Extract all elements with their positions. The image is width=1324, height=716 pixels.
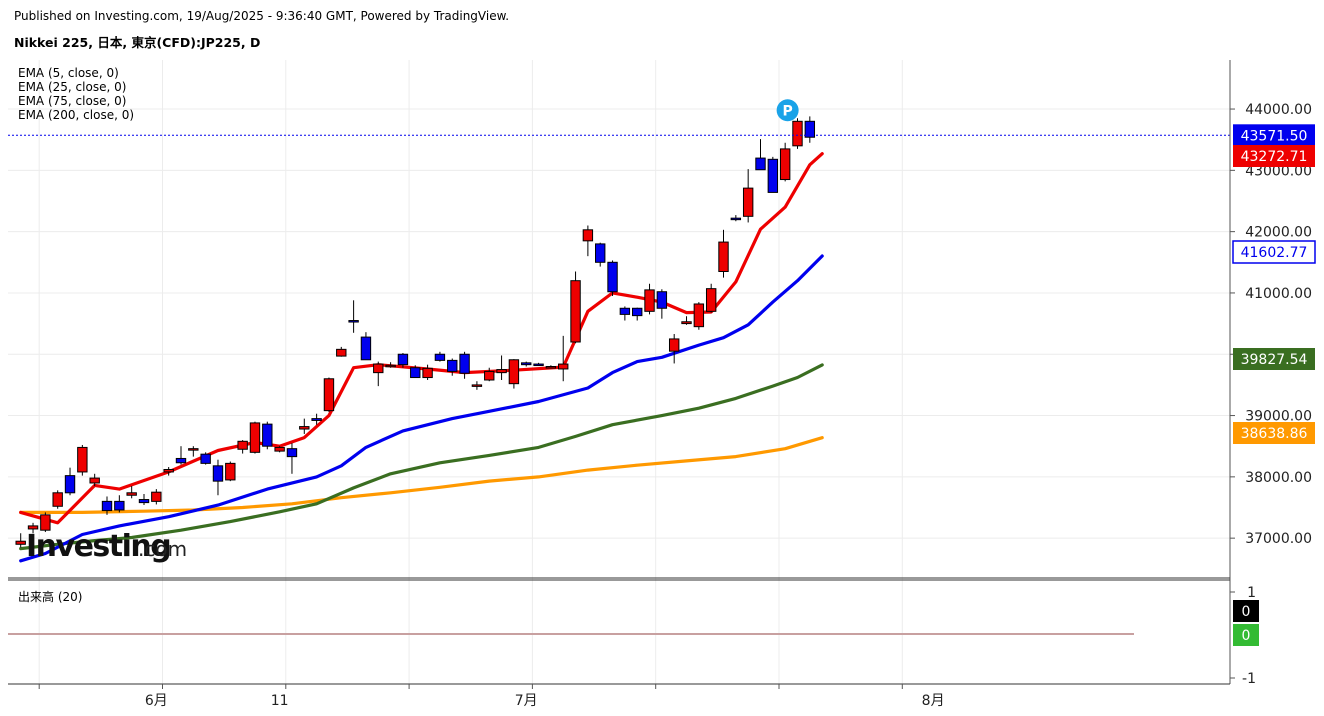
candle-body [52,492,63,507]
candle-body [742,187,754,217]
price-tag-text: 39827.54 [1241,352,1308,368]
candle-body [188,448,199,451]
volume-tick-label: 1 [1247,585,1256,601]
candle-body [212,465,224,482]
candle-body [693,303,705,328]
price-tag-text: 43272.71 [1241,149,1308,165]
candle-body [64,475,76,494]
candle-body [311,418,322,421]
candle-body [77,446,88,473]
candle-body [668,338,680,352]
candle-body [101,500,113,512]
candle-body [705,288,717,312]
candle-body [410,367,421,379]
candle-body [496,369,507,374]
volume-pane: 出来高 (20) 1 -1 0 0 [8,585,1259,687]
y-tick-label: 37000.00 [1245,531,1312,547]
candle-body [40,514,51,531]
candle-body [459,353,470,374]
price-tag-text: 41602.77 [1241,245,1308,261]
candle-body [163,468,174,473]
candle-body [471,384,483,387]
candle-body [619,307,631,315]
candle-body [755,157,766,171]
candle-body [484,370,495,381]
price-tag-text: 38638.86 [1241,426,1308,442]
grid [8,60,1230,684]
candle-body [656,291,668,309]
candle-body [730,217,742,221]
x-tick-label: 11 [271,693,289,709]
candle-body [249,422,261,453]
candle-body [521,362,532,366]
candle-body [89,477,100,484]
volume-tag-text: 0 [1242,628,1251,644]
axes: 37000.0038000.0039000.0040000.0041000.00… [8,60,1312,709]
candle-body [767,158,779,193]
candle-body [582,229,594,242]
candle-body [114,500,125,511]
candle-body [607,261,618,293]
candle-body [570,280,581,343]
candle-body [558,363,569,370]
x-tick-label: 8月 [922,693,945,709]
candle-body [360,336,372,361]
candle-body [792,120,803,147]
candle-body [779,148,791,181]
volume-tick-label: -1 [1242,671,1256,687]
ema-legend-item: EMA (25, close, 0) [18,80,126,94]
candle-body [422,367,433,379]
candle-body [718,241,729,272]
candle-body [138,499,150,504]
candle-body [373,363,384,374]
candle-body [348,320,359,323]
candle-body [299,426,310,430]
candle-body [15,540,26,545]
candle-body [447,359,458,372]
candle-body [323,378,335,412]
candle-body [200,453,211,464]
candle-body [508,359,520,385]
ema-legend-item: EMA (75, close, 0) [18,94,126,108]
investing-watermark: Investing .com [26,529,187,564]
ema-legend: EMA (5, close, 0)EMA (25, close, 0)EMA (… [18,66,134,122]
candle-body [286,448,298,458]
candle-body [595,243,606,263]
candle-body [385,364,396,368]
candle-body [681,321,692,325]
candle-body [126,492,137,496]
watermark-suffix: .com [138,537,187,561]
volume-pane-label: 出来高 (20) [18,589,82,604]
volume-tag-text: 0 [1242,604,1251,620]
y-tick-label: 38000.00 [1245,470,1312,486]
candle-body [434,353,446,361]
x-tick-label: 7月 [515,693,538,709]
candle-body [533,363,544,367]
y-tick-label: 42000.00 [1245,225,1312,241]
candle-body [262,423,273,447]
candle-body [644,289,655,312]
candle-body [274,446,285,452]
price-tag-text: 43571.50 [1241,128,1308,144]
ema-legend-item: EMA (200, close, 0) [18,108,134,122]
candle-body [336,348,347,357]
candle-body [237,440,248,450]
candle-body [397,353,409,366]
candle-body [225,462,236,481]
candles: P [8,99,1230,548]
y-tick-label: 44000.00 [1245,102,1312,118]
ema-legend-item: EMA (5, close, 0) [18,66,119,80]
candle-body [632,307,643,317]
candle-body [175,457,187,464]
candle-body [151,491,162,502]
candle-body [545,366,557,369]
marker-p-label: P [782,103,792,119]
price-chart[interactable]: P Investing .com EMA (5, close, 0)EMA (2… [0,0,1324,716]
y-tick-label: 41000.00 [1245,286,1312,302]
x-tick-label: 6月 [145,693,168,709]
